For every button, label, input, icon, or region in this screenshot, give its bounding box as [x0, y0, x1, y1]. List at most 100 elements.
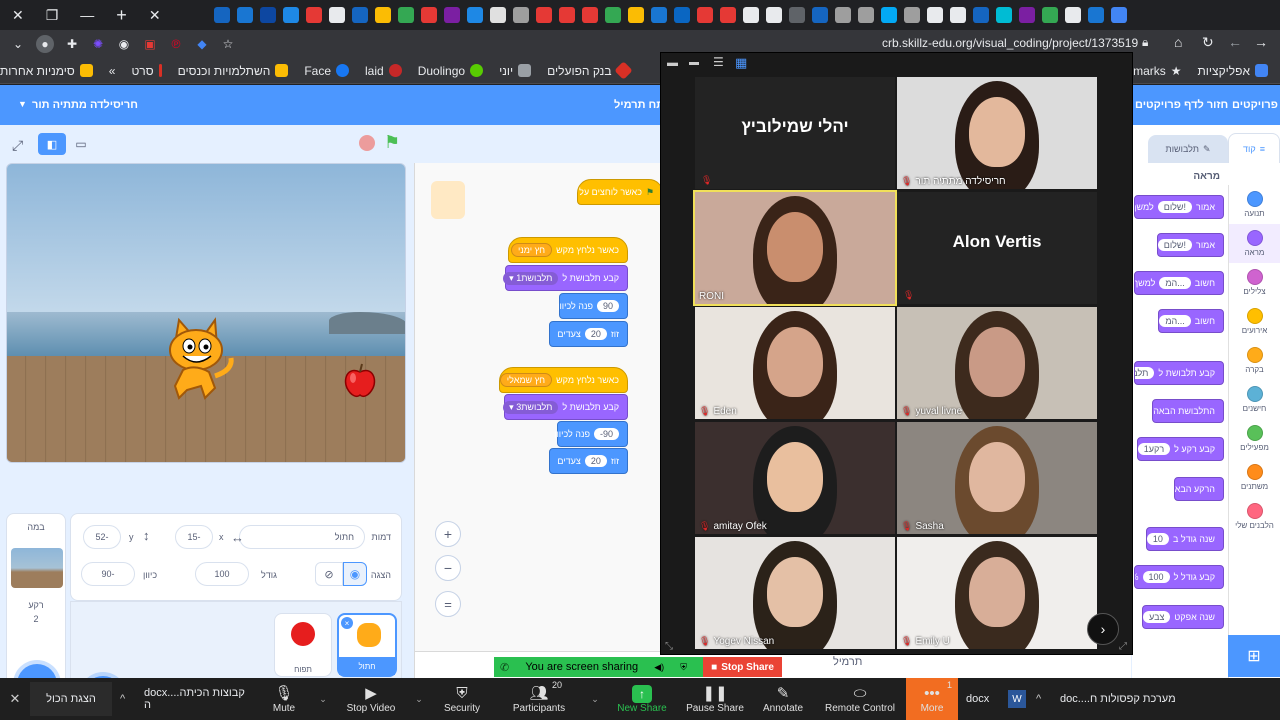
sprite-thumb-cat[interactable]: × חתול	[337, 613, 397, 677]
security-button[interactable]: ⛨ Security	[430, 678, 494, 720]
apple-sprite[interactable]	[341, 362, 379, 400]
block-input[interactable]: צבע	[1143, 611, 1171, 623]
extension-icon[interactable]: ◉	[116, 36, 132, 52]
taskbar-doc-item[interactable]: docx	[958, 678, 1008, 720]
tab-favicon-icon[interactable]	[650, 7, 667, 23]
category-6[interactable]: מפעילים	[1229, 419, 1280, 458]
participant-tile[interactable]: יהלי שמילוביץ 🎙︎	[695, 77, 895, 189]
tab-favicon-icon[interactable]	[397, 7, 414, 23]
bookmark-item[interactable]: Face	[304, 64, 350, 78]
tab-favicon-icon[interactable]	[926, 7, 943, 23]
tab-favicon-icon[interactable]	[788, 7, 805, 23]
block-input[interactable]: תלבוש	[1135, 367, 1155, 379]
annotate-button[interactable]: ✎ Annotate	[752, 678, 814, 720]
palette-looks-block[interactable]: רקע1 קבע רקע ל	[1136, 437, 1224, 461]
projects-menu[interactable]: פרויקטים	[1232, 99, 1278, 111]
palette-looks-block[interactable]: הרקע הבא	[1173, 477, 1224, 501]
minimize-window-icon[interactable]: —	[80, 7, 94, 23]
back-icon[interactable]: →	[1254, 34, 1268, 50]
bookmark-item[interactable]: יוני	[499, 64, 532, 78]
dropdown-caret-icon[interactable]: ▼	[18, 99, 27, 109]
restore-window-icon[interactable]: ❐	[46, 7, 59, 24]
tab-favicon-icon[interactable]	[282, 7, 299, 23]
tab-favicon-icon[interactable]	[811, 7, 828, 23]
block-input[interactable]: המ...	[1159, 277, 1191, 289]
delete-sprite-icon[interactable]: ×	[341, 617, 353, 629]
large-stage-icon[interactable]: ▭	[70, 133, 92, 155]
tab-favicon-icon[interactable]	[328, 7, 345, 23]
tab-favicon-icon[interactable]	[1064, 7, 1081, 23]
x-input[interactable]: 15-	[175, 525, 213, 549]
point-in-direction-block[interactable]: פנה לכיוון 90	[557, 293, 628, 319]
tab-favicon-icon[interactable]	[259, 7, 276, 23]
block-input[interactable]: שלום!	[1157, 239, 1193, 251]
palette-looks-block[interactable]: למשךשלום!אמור	[1134, 195, 1224, 219]
tab-favicon-icon[interactable]	[765, 7, 782, 23]
sprite-name-input[interactable]: חתול	[239, 525, 365, 549]
show-eye-icon[interactable]: ◉	[343, 562, 367, 586]
switch-costume-block[interactable]: ▾ תלבושת3 קבע תלבושת ל	[503, 394, 628, 420]
tab-favicon-icon[interactable]	[581, 7, 598, 23]
bookmark-item[interactable]: סימניות אחרות	[0, 64, 93, 78]
tab-favicon-icon[interactable]	[834, 7, 851, 23]
bookmark-item[interactable]: Duolingo	[418, 64, 484, 78]
tab-favicon-icon[interactable]	[374, 7, 391, 23]
category-2[interactable]: צלילים	[1229, 263, 1280, 302]
bookmark-item[interactable]: סרט	[131, 64, 162, 78]
palette-looks-block[interactable]: 10 שנה גודל ב	[1145, 527, 1224, 551]
participant-tile[interactable]: 🎙︎ yuval livne	[897, 307, 1097, 419]
tab-code[interactable]: קוד ≡	[1228, 133, 1280, 163]
block-input[interactable]: המ...	[1159, 315, 1191, 327]
extension-icon[interactable]: ✺	[90, 36, 106, 52]
reload-icon[interactable]: ↻	[1202, 34, 1214, 51]
minimize-icon[interactable]: ▬	[667, 57, 678, 69]
when-flag-clicked-block[interactable]: כאשר לוחצים על ⚑	[577, 179, 663, 205]
palette-looks-block[interactable]: המ... חשוב	[1158, 309, 1224, 333]
block-input[interactable]: רקע1	[1137, 443, 1171, 455]
tab-favicon-icon[interactable]	[742, 7, 759, 23]
size-input[interactable]: 100	[195, 562, 249, 586]
profile-avatar[interactable]: ●	[36, 35, 54, 53]
participants-button[interactable]: 👥︎ Participants 20	[494, 678, 584, 720]
extension-icon[interactable]: ◆	[194, 36, 210, 52]
tab-favicon-icon[interactable]	[696, 7, 713, 23]
tab-favicon-icon[interactable]	[949, 7, 966, 23]
tab-favicon-icon[interactable]	[466, 7, 483, 23]
stage-canvas[interactable]	[6, 163, 406, 463]
category-8[interactable]: הלבנים שלי	[1229, 497, 1280, 536]
taskbar-doc-item[interactable]: docx....קבוצות הכיתה ה	[136, 678, 256, 720]
tab-favicon-icon[interactable]	[719, 7, 736, 23]
bookmarks-overflow[interactable]: »	[109, 64, 116, 78]
home-icon[interactable]: ⌂	[1174, 34, 1182, 50]
fullscreen-icon[interactable]: ⤢	[12, 137, 23, 154]
hide-eye-icon[interactable]: ⊘	[315, 562, 343, 586]
more-button[interactable]: ••• More 1	[906, 678, 958, 720]
new-tab-button[interactable]: +	[116, 5, 127, 26]
tab-costumes[interactable]: תלבושות ✎	[1148, 135, 1228, 163]
participant-tile[interactable]: 🎙︎ amitay Ofek	[695, 422, 895, 534]
y-input[interactable]: 52-	[83, 525, 121, 549]
tab-favicon-icon[interactable]	[673, 7, 690, 23]
stop-icon[interactable]	[359, 135, 375, 151]
bookmark-item[interactable]: אפליקציות	[1198, 64, 1268, 78]
compact-view-icon[interactable]: ☰	[713, 55, 724, 69]
tab-favicon-icon[interactable]	[351, 7, 368, 23]
chevron-down-icon[interactable]: ⌄	[408, 694, 430, 705]
tab-favicon-icon[interactable]	[627, 7, 644, 23]
chevron-down-icon[interactable]: ⌄	[312, 694, 334, 705]
tab-favicon-icon[interactable]	[512, 7, 529, 23]
cat-sprite[interactable]	[153, 314, 237, 400]
tab-favicon-icon[interactable]	[1018, 7, 1035, 23]
participant-tile[interactable]: RONI	[693, 190, 897, 306]
tab-favicon-icon[interactable]	[604, 7, 621, 23]
gallery-view-icon[interactable]: ▦	[735, 55, 747, 71]
category-3[interactable]: אירועים	[1229, 302, 1280, 341]
bookmark-item[interactable]: בנק הפועלים	[547, 61, 633, 80]
participant-tile[interactable]: 🎙︎ Emily U	[897, 537, 1097, 649]
tab-favicon-icon[interactable]	[1110, 7, 1127, 23]
tab-favicon-icon[interactable]	[535, 7, 552, 23]
close-taskbar-icon[interactable]: ✕	[0, 691, 30, 707]
tab-favicon-icon[interactable]	[305, 7, 322, 23]
pinterest-icon[interactable]: ℗	[168, 36, 184, 52]
switch-costume-block[interactable]: ▾ תלבושת1 קבע תלבושת ל	[503, 265, 628, 291]
